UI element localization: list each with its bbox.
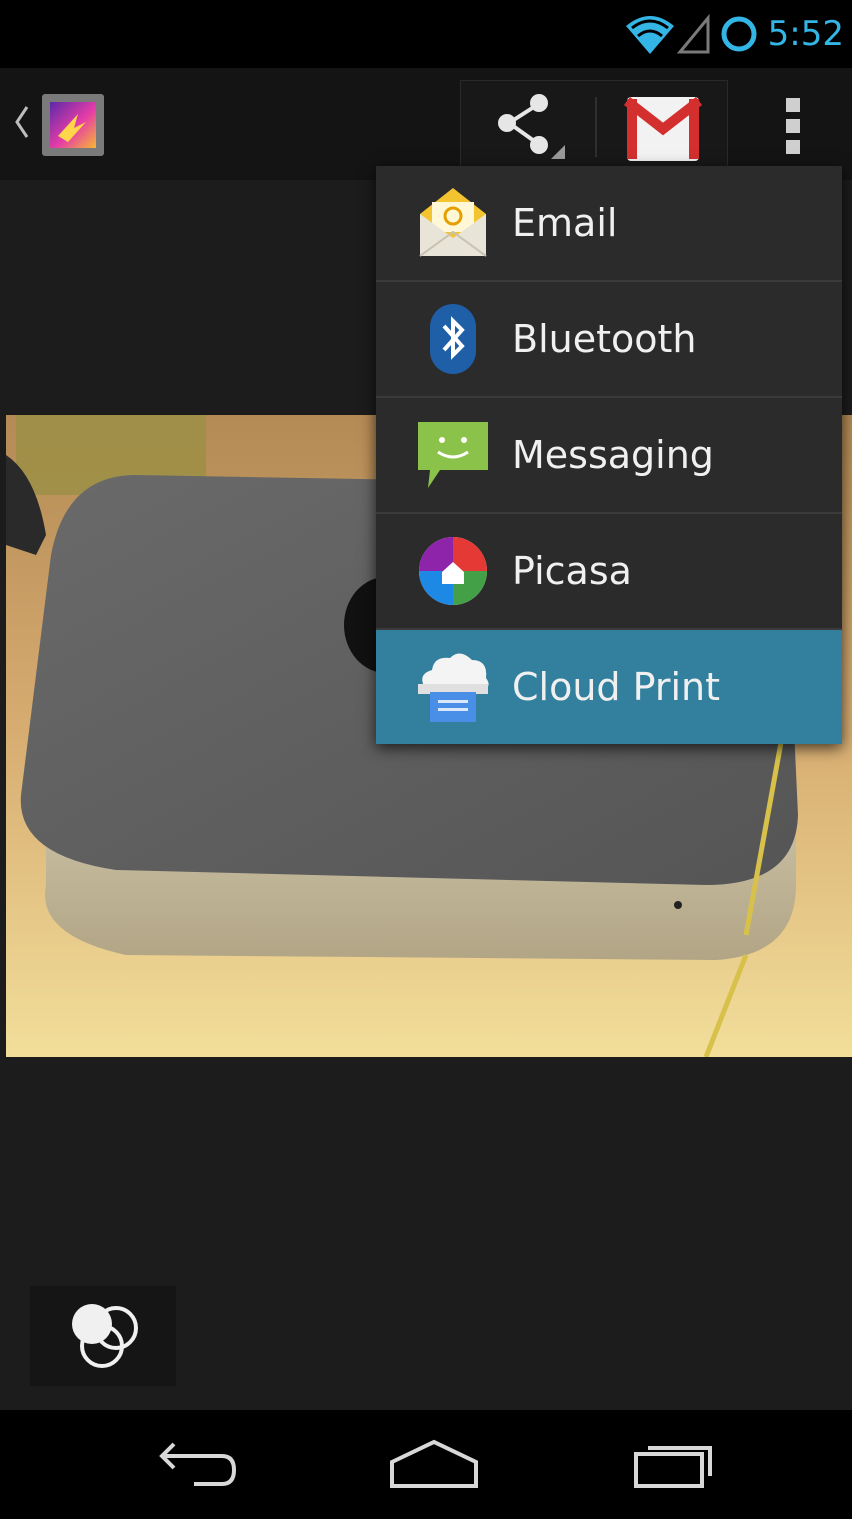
- up-caret-icon[interactable]: [14, 104, 30, 144]
- cloud-print-icon: [414, 648, 492, 726]
- menu-item-picasa[interactable]: Picasa: [376, 514, 842, 630]
- gallery-icon[interactable]: [40, 92, 106, 158]
- share-action-group: [460, 80, 728, 174]
- share-button[interactable]: [461, 81, 595, 173]
- menu-item-label: Cloud Print: [512, 665, 721, 709]
- filter-effects-icon: [72, 1304, 138, 1368]
- menu-item-cloud-print[interactable]: Cloud Print: [376, 630, 842, 744]
- overflow-menu-icon[interactable]: [766, 88, 822, 164]
- picasa-icon: [414, 532, 492, 610]
- status-clock: 5:52: [767, 14, 844, 54]
- status-icons: 5:52: [624, 12, 844, 56]
- status-bar: 5:52: [0, 0, 852, 68]
- signal-icon: [676, 12, 712, 56]
- sync-icon: [720, 15, 758, 53]
- recents-icon[interactable]: [628, 1434, 720, 1498]
- navigation-bar: [0, 1410, 852, 1519]
- share-popup-menu: Email Bluetooth Messaging Picasa Cloud P…: [376, 166, 842, 744]
- action-bar: [0, 68, 852, 180]
- menu-item-label: Bluetooth: [512, 317, 697, 361]
- filter-effects-button[interactable]: [30, 1286, 176, 1386]
- wifi-icon: [624, 12, 676, 56]
- gmail-icon[interactable]: [597, 81, 727, 173]
- menu-item-email[interactable]: Email: [376, 166, 842, 282]
- email-icon: [414, 184, 492, 262]
- menu-item-messaging[interactable]: Messaging: [376, 398, 842, 514]
- menu-item-bluetooth[interactable]: Bluetooth: [376, 282, 842, 398]
- home-icon[interactable]: [386, 1434, 482, 1498]
- menu-item-label: Email: [512, 201, 618, 245]
- menu-item-label: Messaging: [512, 433, 714, 477]
- bluetooth-icon: [414, 300, 492, 378]
- messaging-icon: [414, 416, 492, 494]
- back-icon[interactable]: [150, 1434, 242, 1498]
- menu-item-label: Picasa: [512, 549, 632, 593]
